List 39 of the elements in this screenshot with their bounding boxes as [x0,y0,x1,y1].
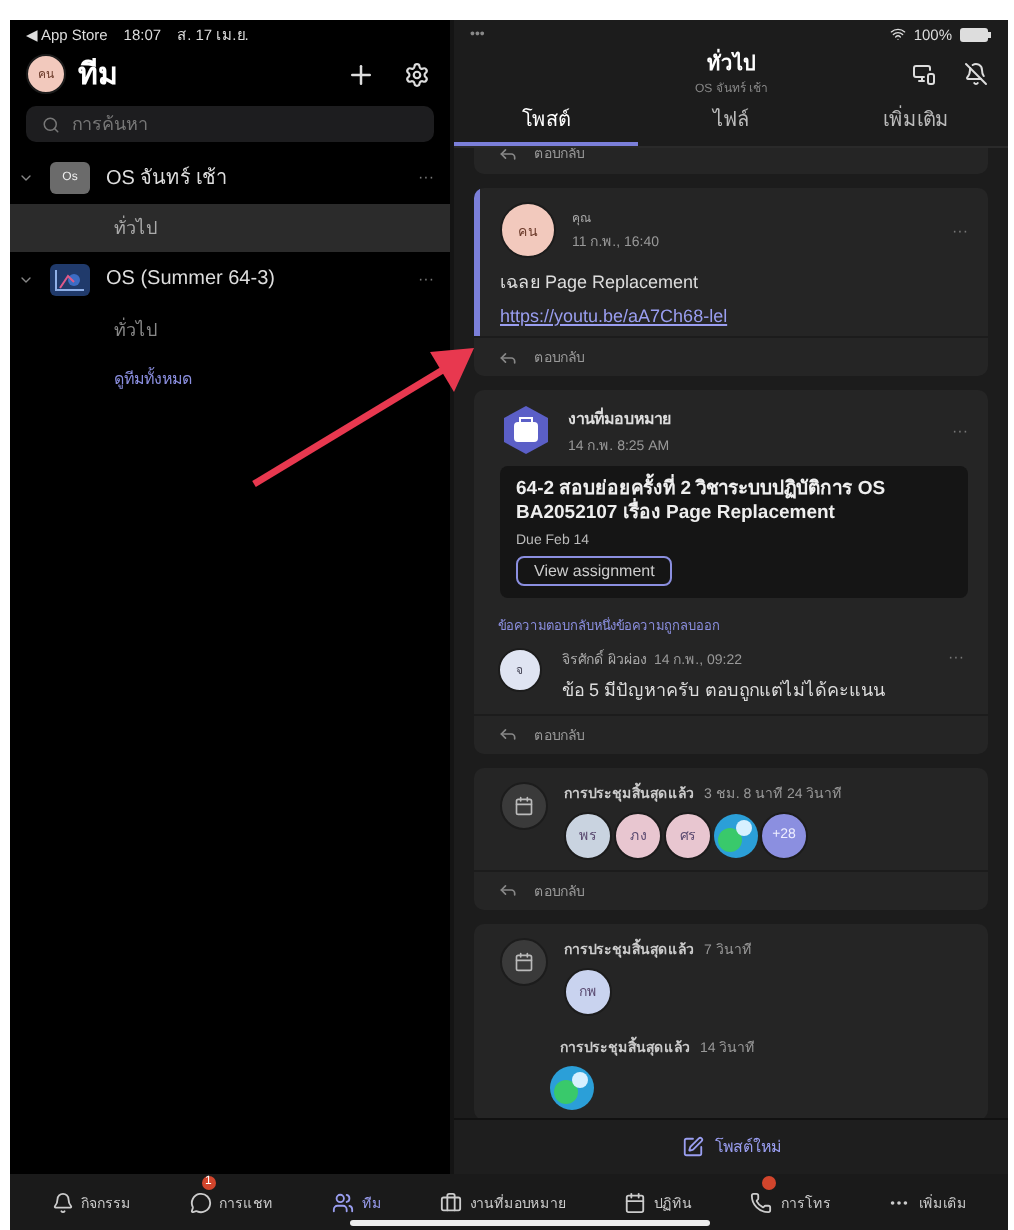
briefcase-icon [500,404,552,456]
meeting-icon-badge [500,937,548,986]
compose-icon [681,1136,703,1158]
reply-icon [498,880,518,901]
all-teams-link[interactable]: ดูทีมทั้งหมด [114,366,192,392]
author-name: งานที่มอบหมาย [568,405,674,431]
people-icon [331,1191,354,1213]
battery-icon [960,27,992,41]
wifi-icon [889,26,906,42]
phone-icon [750,1191,773,1213]
tab[interactable]: เพิ่มเติม [823,98,1008,146]
device-icon[interactable] [912,61,936,85]
bell-off-icon[interactable] [964,61,988,85]
reply-icon [498,347,518,367]
meeting-icon-badge [500,781,548,830]
team-name[interactable]: OS จันทร์ เช้า [106,162,402,192]
reply-icon [498,724,518,745]
reply-text: ข้อ 5 มีปัญหาครับ ตอบถูกแต่ไม่ได้คะแนน [562,677,888,704]
search-icon [42,115,60,133]
assignment-title: 64-2 สอบย่อยครั้งที่ 2 วิชาระบบปฏิบัติการ OS BA2052107 เรื่อง Page Replacement [516,478,952,526]
tab[interactable]: ไฟล์ [638,98,824,146]
team-name[interactable]: OS (Summer 64-3) [106,268,402,290]
add-icon[interactable] [346,59,376,89]
post-text: เฉลย Page Replacement [500,270,701,296]
settings-icon[interactable] [404,61,430,87]
view-assignment-button[interactable]: View assignment [516,555,673,586]
more-button[interactable]: ··· [418,270,434,288]
channel-item[interactable]: ทั่วไป [10,204,450,252]
channel-title: ทั่วไป [707,48,755,78]
more-button[interactable]: ··· [418,168,434,186]
bell-icon [51,1191,74,1213]
briefcase-icon [439,1191,462,1213]
sidebar-title: ทีม [78,56,120,96]
calendar-icon [624,1191,647,1213]
chat-icon [189,1191,212,1213]
reply-icon [498,148,518,163]
video-link[interactable]: https://youtu.be/aA7Ch68-lel [500,306,968,326]
search-field[interactable]: การค้นหา [26,106,434,142]
channel-item[interactable]: ทั่วไป [114,306,158,354]
